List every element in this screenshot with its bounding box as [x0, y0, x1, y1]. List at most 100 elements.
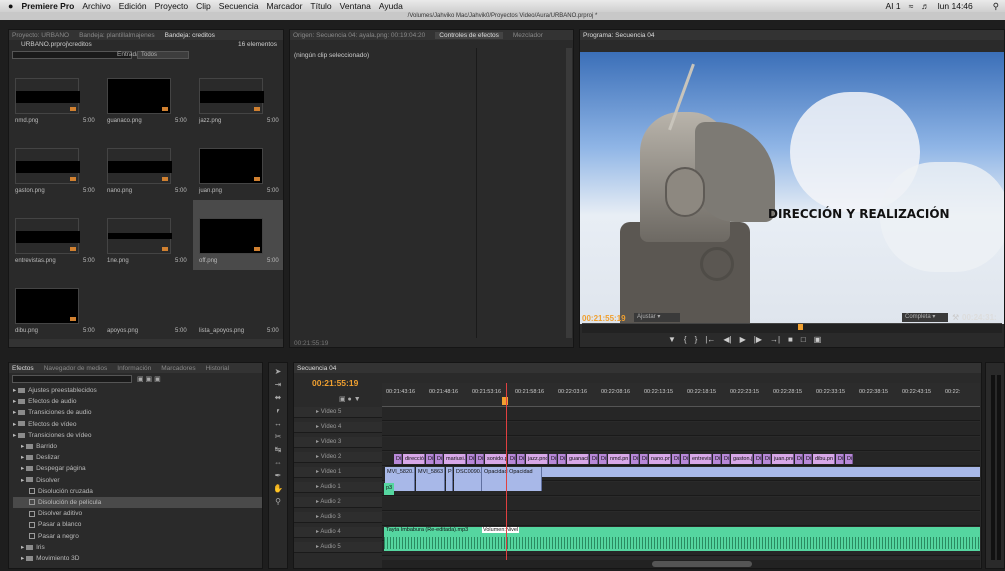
effects-search-input[interactable]: [12, 375, 132, 383]
step-forward-button[interactable]: |▶: [754, 335, 762, 344]
effects-tree-item[interactable]: ▸ Disolver: [13, 475, 262, 486]
audio-clip[interactable]: p3: [384, 483, 394, 495]
bin-item[interactable]: jazz.png 5:00: [193, 60, 283, 130]
video-clip[interactable]: Di: [795, 454, 803, 464]
track-header[interactable]: ▸ Vídeo 5: [294, 407, 382, 418]
menu-secuencia[interactable]: Secuencia: [219, 1, 259, 11]
bin-item[interactable]: apoyos.png 5:00: [101, 270, 191, 340]
app-menu[interactable]: Premiere Pro: [21, 1, 74, 11]
step-back-button[interactable]: ◀|: [723, 335, 731, 344]
track-header[interactable]: ▸ Audio 3: [294, 512, 382, 523]
effects-tree-item[interactable]: ▸ Efectos de audio: [13, 396, 262, 407]
effects-tree-item[interactable]: Pasar a negro: [13, 531, 262, 542]
status-ai[interactable]: AI 1: [885, 1, 900, 11]
menu-clip[interactable]: Clip: [196, 1, 211, 11]
tab-mixer[interactable]: Mezclador: [513, 32, 543, 39]
tab-sequence[interactable]: Secuencia 04: [297, 365, 336, 372]
video-clip[interactable]: Di: [681, 454, 689, 464]
track-lane[interactable]: [382, 512, 980, 526]
track-lane[interactable]: [382, 437, 980, 451]
selection-tool-icon[interactable]: ➤: [269, 365, 287, 378]
audio-clip[interactable]: Tayta Imbabura (Re-editada).mp3 Volumen:N…: [384, 527, 980, 551]
tab-bin-plantillas[interactable]: Bandeja: plantillalmajenes: [79, 32, 155, 39]
apple-icon[interactable]: ●: [8, 1, 13, 11]
playhead-marker[interactable]: [798, 324, 803, 330]
volume-icon[interactable]: ♬: [921, 1, 930, 11]
video-clip[interactable]: Pa: [446, 467, 453, 491]
video-clip[interactable]: nmd.pn: [608, 454, 630, 464]
bin-item[interactable]: gaston.png 5:00: [9, 130, 99, 200]
scrollbar-thumb[interactable]: [652, 561, 752, 567]
zoom-tool-icon[interactable]: ⚲: [269, 495, 287, 508]
video-clip[interactable]: Di: [394, 454, 402, 464]
video-clip[interactable]: MVI_5863: [416, 467, 445, 491]
video-clip[interactable]: jazz.pnc: [526, 454, 548, 464]
playhead-line[interactable]: [506, 383, 507, 563]
fit-select[interactable]: Ajustar ▾: [634, 313, 680, 322]
track-lane[interactable]: [382, 407, 980, 421]
razor-tool-icon[interactable]: ✂: [269, 430, 287, 443]
video-clip[interactable]: direcció: [403, 454, 425, 464]
hand-tool-icon[interactable]: ✋: [269, 482, 287, 495]
quality-select[interactable]: Completa ▾: [902, 313, 948, 322]
effects-tree-item[interactable]: ▸ Iris: [13, 542, 262, 553]
video-clip[interactable]: entrevis: [690, 454, 712, 464]
video-clip[interactable]: Di: [631, 454, 639, 464]
track-header[interactable]: ▸ Audio 5: [294, 542, 382, 553]
video-clip[interactable]: Di: [640, 454, 648, 464]
lift-button[interactable]: ■: [788, 335, 793, 344]
video-clip[interactable]: Di: [517, 454, 525, 464]
effects-tree-item[interactable]: Pasar a blanco: [13, 519, 262, 530]
video-clip[interactable]: Di: [754, 454, 762, 464]
video-clip[interactable]: gaston.j: [731, 454, 753, 464]
effects-tree-item[interactable]: Disolución cruzada: [13, 486, 262, 497]
mark-in-button[interactable]: {: [684, 335, 687, 344]
effects-tree-item[interactable]: ▸ Barrido: [13, 441, 262, 452]
bin-item[interactable]: guanaco.png 5:00: [101, 60, 191, 130]
tab-source[interactable]: Origen: Secuencia 04: ayala.png: 00:19:0…: [293, 32, 425, 39]
marker-button[interactable]: ▼: [668, 335, 676, 344]
effects-tree-item[interactable]: ▸ Transiciones de vídeo: [13, 430, 262, 441]
export-frame-button[interactable]: ▣: [814, 335, 822, 344]
effects-tree-item[interactable]: ▸ Transiciones de audio: [13, 407, 262, 418]
video-clip[interactable]: Opacidad Opacidad: [482, 467, 542, 491]
extract-button[interactable]: □: [801, 335, 806, 344]
video-clip[interactable]: dibu.pn: [813, 454, 835, 464]
bin-item[interactable]: juan.png 5:00: [193, 130, 283, 200]
bin-item[interactable]: 1ne.png 5:00: [101, 200, 191, 270]
track-header[interactable]: ▸ Vídeo 3: [294, 437, 382, 448]
video1-track-fill[interactable]: [542, 467, 980, 477]
menu-edicion[interactable]: Edición: [119, 1, 147, 11]
tab-info[interactable]: Información: [117, 365, 151, 372]
video-clip[interactable]: Di: [558, 454, 566, 464]
tab-media-browser[interactable]: Navegador de medios: [44, 365, 108, 372]
bin-item[interactable]: entrevistas.png 5:00: [9, 200, 99, 270]
effects-tree-item[interactable]: ▸ Movimiento 3D: [13, 553, 262, 564]
bin-item[interactable]: nmd.png 5:00: [9, 60, 99, 130]
effects-tree-item[interactable]: Disolver aditivo: [13, 508, 262, 519]
audio-clip-fx[interactable]: Volumen:Nivel: [482, 527, 520, 533]
program-mini-timeline[interactable]: [582, 323, 1002, 333]
effects-tree-item[interactable]: ▸ Despegar página: [13, 463, 262, 474]
menu-marcador[interactable]: Marcador: [267, 1, 303, 11]
track-lane[interactable]: [382, 497, 980, 511]
video-clip[interactable]: Di: [836, 454, 844, 464]
playhead-marker[interactable]: [502, 397, 508, 405]
video-clip[interactable]: Di: [508, 454, 516, 464]
video-clip[interactable]: Di: [426, 454, 434, 464]
video-clip[interactable]: Di: [590, 454, 598, 464]
tab-project[interactable]: Proyecto: URBANO: [12, 32, 69, 39]
rolling-edit-tool-icon[interactable]: ⎖: [269, 404, 287, 417]
play-button[interactable]: ▶: [740, 335, 746, 344]
bin-item[interactable]: dibu.png 5:00: [9, 270, 99, 340]
video-clip[interactable]: guanaci: [567, 454, 589, 464]
go-to-in-button[interactable]: |←: [705, 335, 715, 344]
pen-tool-icon[interactable]: ✒: [269, 469, 287, 482]
timeline-toolbar-icons[interactable]: ▣ ● ▼: [339, 395, 361, 403]
entrada-select[interactable]: Todos: [137, 51, 189, 59]
bin-item[interactable]: lista_apoyos.png 5:00: [193, 270, 283, 340]
track-header[interactable]: ▸ Vídeo 4: [294, 422, 382, 433]
menu-ventana[interactable]: Ventana: [340, 1, 371, 11]
go-to-out-button[interactable]: →|: [770, 335, 780, 344]
video-clip[interactable]: Di: [549, 454, 557, 464]
